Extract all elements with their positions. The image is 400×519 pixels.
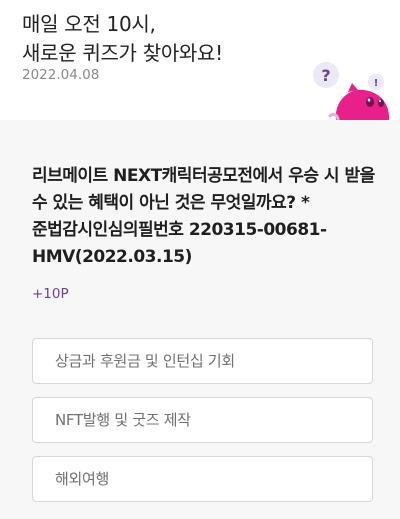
quiz-question: 리브메이트 NEXT캐릭터공모전에서 우승 시 받을 수 있는 혜택이 아닌 것… bbox=[32, 166, 375, 267]
quiz-date: 2022.04.08 bbox=[22, 67, 100, 83]
mascot-eye bbox=[378, 99, 384, 107]
mascot-eye bbox=[366, 97, 374, 107]
answer-option-3[interactable]: 해외여행 bbox=[32, 456, 373, 502]
answer-option-1[interactable]: 상금과 후원금 및 인턴십 기회 bbox=[32, 338, 373, 384]
question-mark: ? bbox=[321, 66, 330, 85]
answer-option-label: 해외여행 bbox=[55, 470, 110, 488]
page-title: 매일 오전 10시, 새로운 퀴즈가 찾아와요! bbox=[22, 10, 223, 68]
answer-option-label: NFT발행 및 굿즈 제작 bbox=[55, 411, 191, 429]
mascot-arm bbox=[328, 113, 340, 120]
mascot-eye-shine bbox=[379, 99, 381, 103]
answer-option-2[interactable]: NFT발행 및 굿즈 제작 bbox=[32, 397, 373, 443]
mascot-eye-shine bbox=[367, 98, 371, 102]
exclamation-mark: ! bbox=[374, 78, 379, 89]
title-line-1: 매일 오전 10시, bbox=[22, 12, 156, 36]
quiz-header: 매일 오전 10시, 새로운 퀴즈가 찾아와요! 2022.04.08 ? ! bbox=[0, 0, 400, 120]
title-line-2: 새로운 퀴즈가 찾아와요! bbox=[22, 41, 223, 65]
quiz-mascot-icon: ? ! bbox=[313, 62, 390, 120]
answer-option-label: 상금과 후원금 및 인턴십 기회 bbox=[55, 352, 235, 370]
quiz-panel: 리브메이트 NEXT캐릭터공모전에서 우승 시 받을 수 있는 혜택이 아닌 것… bbox=[0, 120, 400, 519]
points-reward: +10P bbox=[32, 286, 69, 302]
